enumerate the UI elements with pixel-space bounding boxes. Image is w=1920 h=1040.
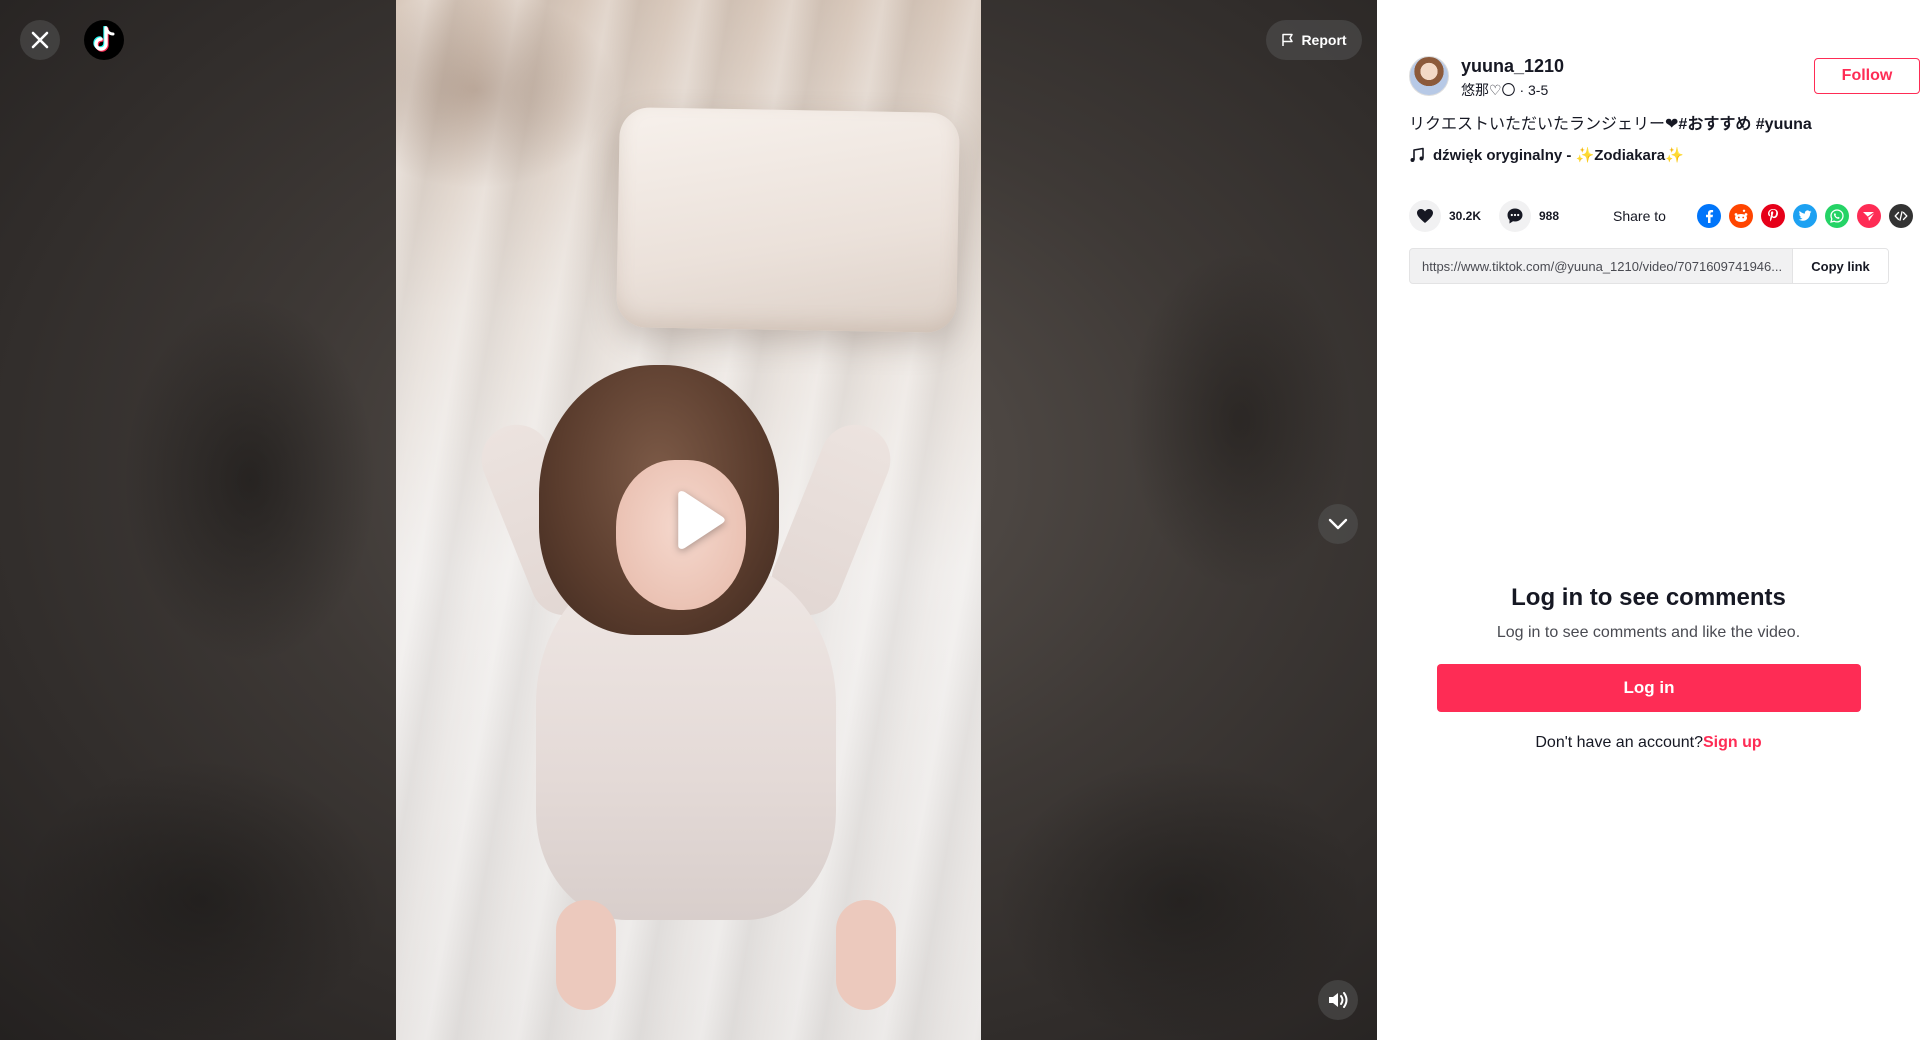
video-frame-foot <box>836 900 896 1010</box>
music-note-icon <box>1410 147 1424 162</box>
avatar[interactable] <box>1409 56 1449 96</box>
embed-icon[interactable] <box>1889 204 1913 228</box>
video-stage: Report <box>0 0 1377 1040</box>
reddit-icon[interactable] <box>1729 204 1753 228</box>
telegram-icon[interactable] <box>1857 204 1881 228</box>
author-username[interactable]: yuuna_1210 <box>1461 56 1564 77</box>
report-label: Report <box>1301 32 1347 48</box>
next-video-button[interactable] <box>1318 504 1358 544</box>
report-button[interactable]: Report <box>1266 20 1362 60</box>
tiktok-logo[interactable] <box>84 20 124 60</box>
close-button[interactable] <box>20 20 60 60</box>
volume-icon <box>1329 992 1348 1008</box>
video-link-box: https://www.tiktok.com/@yuuna_1210/video… <box>1409 248 1889 284</box>
whatsapp-icon[interactable] <box>1825 204 1849 228</box>
music-link[interactable]: dźwięk oryginalny - ✨Zodiakara✨ <box>1409 146 1889 164</box>
action-bar: 30.2K 988 Share to <box>1409 200 1913 232</box>
like-count: 30.2K <box>1449 209 1482 223</box>
video-frame-foot <box>556 900 616 1010</box>
comment-count: 988 <box>1539 209 1560 223</box>
twitter-icon[interactable] <box>1793 204 1817 228</box>
hashtag-link[interactable]: #おすすめ <box>1678 116 1751 133</box>
author-nickname-line: 悠那♡〇 · 3-5 <box>1461 80 1548 100</box>
author-info: yuuna_1210 悠那♡〇 · 3-5 Follow <box>1409 56 1920 98</box>
hashtag-link[interactable]: #yuuna <box>1756 116 1812 133</box>
facebook-icon[interactable] <box>1697 204 1721 228</box>
comment-icon <box>1507 208 1523 224</box>
copy-link-button[interactable]: Copy link <box>1792 249 1888 283</box>
video-link-url[interactable]: https://www.tiktok.com/@yuuna_1210/video… <box>1422 259 1792 274</box>
share-icons <box>1697 204 1913 228</box>
login-prompt-subtitle: Log in to see comments and like the vide… <box>1496 624 1801 641</box>
video-caption: リクエストいただいたランジェリー❤︎#おすすめ #yuuna <box>1409 114 1889 136</box>
tiktok-logo-icon <box>93 26 115 52</box>
music-title: dźwięk oryginalny - ✨Zodiakara✨ <box>1433 147 1684 164</box>
separator-dot: · <box>1519 82 1529 98</box>
pinterest-icon[interactable] <box>1761 204 1785 228</box>
play-button[interactable] <box>670 490 728 550</box>
flag-icon <box>1282 33 1294 46</box>
share-label: Share to <box>1613 208 1666 224</box>
comment-button[interactable]: 988 <box>1499 200 1559 232</box>
no-account-text: Don't have an account? <box>1535 734 1703 751</box>
chevron-down-icon <box>1328 518 1348 530</box>
login-prompt-title: Log in to see comments <box>1511 584 1786 611</box>
follow-button[interactable]: Follow <box>1814 58 1920 94</box>
like-button[interactable]: 30.2K <box>1409 200 1481 232</box>
post-date: 3-5 <box>1528 82 1549 98</box>
like-circle <box>1409 200 1441 232</box>
login-button[interactable]: Log in <box>1437 664 1861 712</box>
signup-link[interactable]: Sign up <box>1703 734 1762 751</box>
play-icon <box>678 491 725 549</box>
close-icon <box>31 31 49 49</box>
video-frame-pillow <box>616 107 960 333</box>
author-nickname: 悠那♡〇 <box>1461 82 1516 98</box>
heart-icon <box>1417 209 1433 223</box>
comment-circle <box>1499 200 1531 232</box>
caption-text: リクエストいただいたランジェリー❤︎ <box>1409 116 1679 133</box>
details-panel: yuuna_1210 悠那♡〇 · 3-5 Follow リクエストいただいたラ… <box>1377 0 1920 1040</box>
signup-prompt: Don't have an account?Sign up <box>1377 734 1920 752</box>
volume-button[interactable] <box>1318 980 1358 1020</box>
